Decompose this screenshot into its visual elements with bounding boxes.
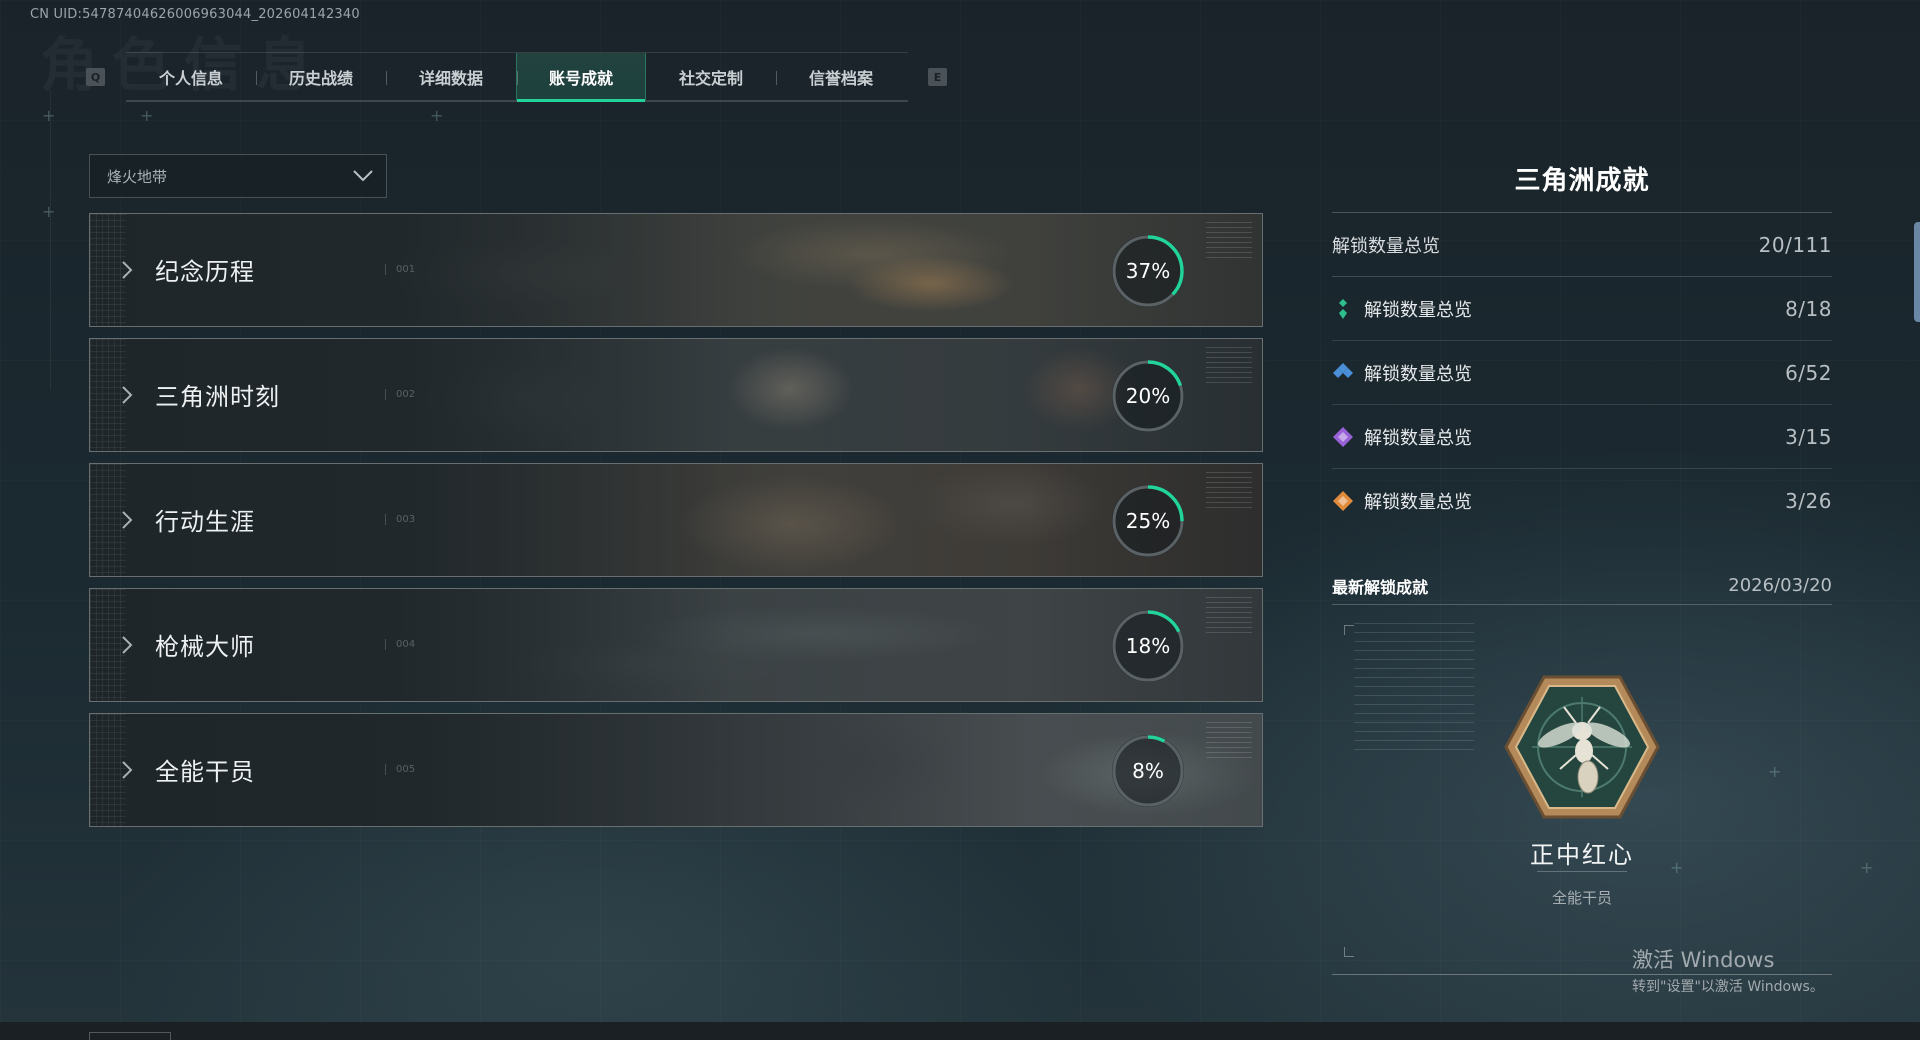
category-index: 002 (385, 389, 415, 400)
category-index: 005 (385, 764, 415, 775)
chevron-right-icon (122, 636, 133, 654)
tab-account-achievements[interactable]: 账号成就 (516, 53, 646, 102)
chevron-right-icon (122, 261, 133, 279)
prev-tab-key-hint[interactable]: Q (86, 68, 105, 86)
chevron-right-icon (122, 511, 133, 529)
unlock-tier-row: 解锁数量总览 6/52 (1332, 341, 1832, 405)
next-tab-key-hint[interactable]: E (928, 68, 947, 86)
crosshair-decor-icon: + (42, 106, 56, 125)
stat-value: 3/15 (1785, 424, 1832, 449)
latest-heading: 最新解锁成就 (1332, 577, 1429, 597)
category-index: 004 (385, 639, 415, 650)
progress-percent: 20% (1125, 384, 1171, 408)
latest-achievement-card[interactable]: 正中红心 全能干员 (1332, 605, 1832, 975)
chevron-down-icon (353, 170, 373, 182)
windows-activation-watermark: 激活 Windows 转到"设置"以激活 Windows。 (1632, 944, 1824, 996)
chevron-right-icon (122, 761, 133, 779)
category-name: 行动生涯 (155, 508, 255, 536)
bottom-bar (0, 1022, 1920, 1040)
chevron-right-icon (122, 386, 133, 404)
stat-value: 20/111 (1758, 232, 1832, 257)
watermark-title: 激活 Windows (1632, 948, 1775, 972)
tab-social-custom[interactable]: 社交定制 (646, 53, 776, 100)
achievements-screen: + + + + + + + 角色信息 CN UID:54787404626006… (0, 0, 1920, 1040)
category-list: 纪念历程 001 37% 三角洲时刻 002 20% 行动生涯 003 25% (89, 213, 1263, 838)
green-gem-icon (1339, 298, 1347, 319)
stat-label: 解锁数量总览 (1364, 363, 1472, 385)
blue-gem-icon (1333, 362, 1353, 378)
category-name: 全能干员 (155, 758, 255, 786)
crosshair-decor-icon: + (42, 202, 56, 221)
progress-percent: 37% (1125, 259, 1171, 283)
progress-percent: 25% (1125, 509, 1171, 533)
tab-match-history[interactable]: 历史战绩 (256, 53, 386, 100)
stat-label: 解锁数量总览 (1364, 299, 1472, 321)
watermark-subtitle: 转到"设置"以激活 Windows。 (1632, 979, 1824, 995)
achievement-name: 正中红心 (1530, 841, 1634, 869)
tab-bar: 个人信息 历史战绩 详细数据 账号成就 社交定制 信誉档案 (126, 52, 908, 102)
tab-detailed-stats[interactable]: 详细数据 (386, 53, 516, 100)
category-card-memorial[interactable]: 纪念历程 001 37% (89, 213, 1263, 327)
stat-label: 解锁数量总览 (1364, 427, 1472, 449)
user-uid: CN UID:5478740462600696304​4_20260414234… (30, 7, 360, 22)
achievement-summary-panel: 三角洲成就 解锁数量总览 20/111 解锁数量总览 8/18 解锁数量总览 6… (1332, 160, 1832, 975)
unlock-tier-row: 解锁数量总览 3/15 (1332, 405, 1832, 469)
purple-gem-icon (1333, 426, 1353, 447)
category-index: 003 (385, 514, 415, 525)
category-card-delta-moments[interactable]: 三角洲时刻 002 20% (89, 338, 1263, 452)
crosshair-decor-icon: + (140, 106, 154, 125)
category-card-weapon-master[interactable]: 枪械大师 004 18% (89, 588, 1263, 702)
progress-percent: 18% (1125, 634, 1171, 658)
mode-select-value: 烽火地带 (107, 167, 168, 186)
category-name: 枪械大师 (155, 633, 255, 661)
category-name: 三角洲时刻 (155, 383, 280, 411)
crosshair-decor-icon: + (430, 106, 444, 125)
wasp-badge-icon (1504, 675, 1660, 819)
category-card-all-round-operator[interactable]: 全能干员 005 8% (89, 713, 1263, 827)
tab-reputation-record[interactable]: 信誉档案 (776, 53, 906, 100)
category-index: 001 (385, 264, 415, 275)
tab-personal-info[interactable]: 个人信息 (126, 53, 256, 100)
panel-title: 三角洲成就 (1514, 166, 1650, 196)
decor-line (50, 90, 51, 390)
latest-achievement-header: 最新解锁成就 2026/03/20 (1332, 567, 1832, 605)
crosshair-decor-icon: + (1860, 858, 1874, 877)
unlock-tier-row: 解锁数量总览 8/18 (1332, 277, 1832, 341)
progress-percent: 8% (1132, 759, 1164, 783)
stat-label: 解锁数量总览 (1364, 492, 1472, 513)
category-card-operation-career[interactable]: 行动生涯 003 25% (89, 463, 1263, 577)
mode-select[interactable]: 烽火地带 (89, 154, 387, 198)
stat-label: 解锁数量总览 (1332, 235, 1440, 257)
stat-value: 8/18 (1785, 296, 1832, 321)
side-edge-tab[interactable] (1914, 222, 1920, 322)
category-name: 纪念历程 (155, 258, 255, 286)
orange-gem-icon (1333, 491, 1353, 511)
achievement-category: 全能干员 (1551, 889, 1612, 907)
bottom-tab[interactable] (89, 1032, 171, 1040)
latest-date: 2026/03/20 (1728, 575, 1832, 596)
unlock-tier-row: 解锁数量总览 3/26 (1332, 469, 1832, 533)
stat-value: 6/52 (1785, 360, 1832, 385)
unlock-total-row: 解锁数量总览 20/111 (1332, 213, 1832, 277)
stat-value: 3/26 (1785, 489, 1832, 513)
